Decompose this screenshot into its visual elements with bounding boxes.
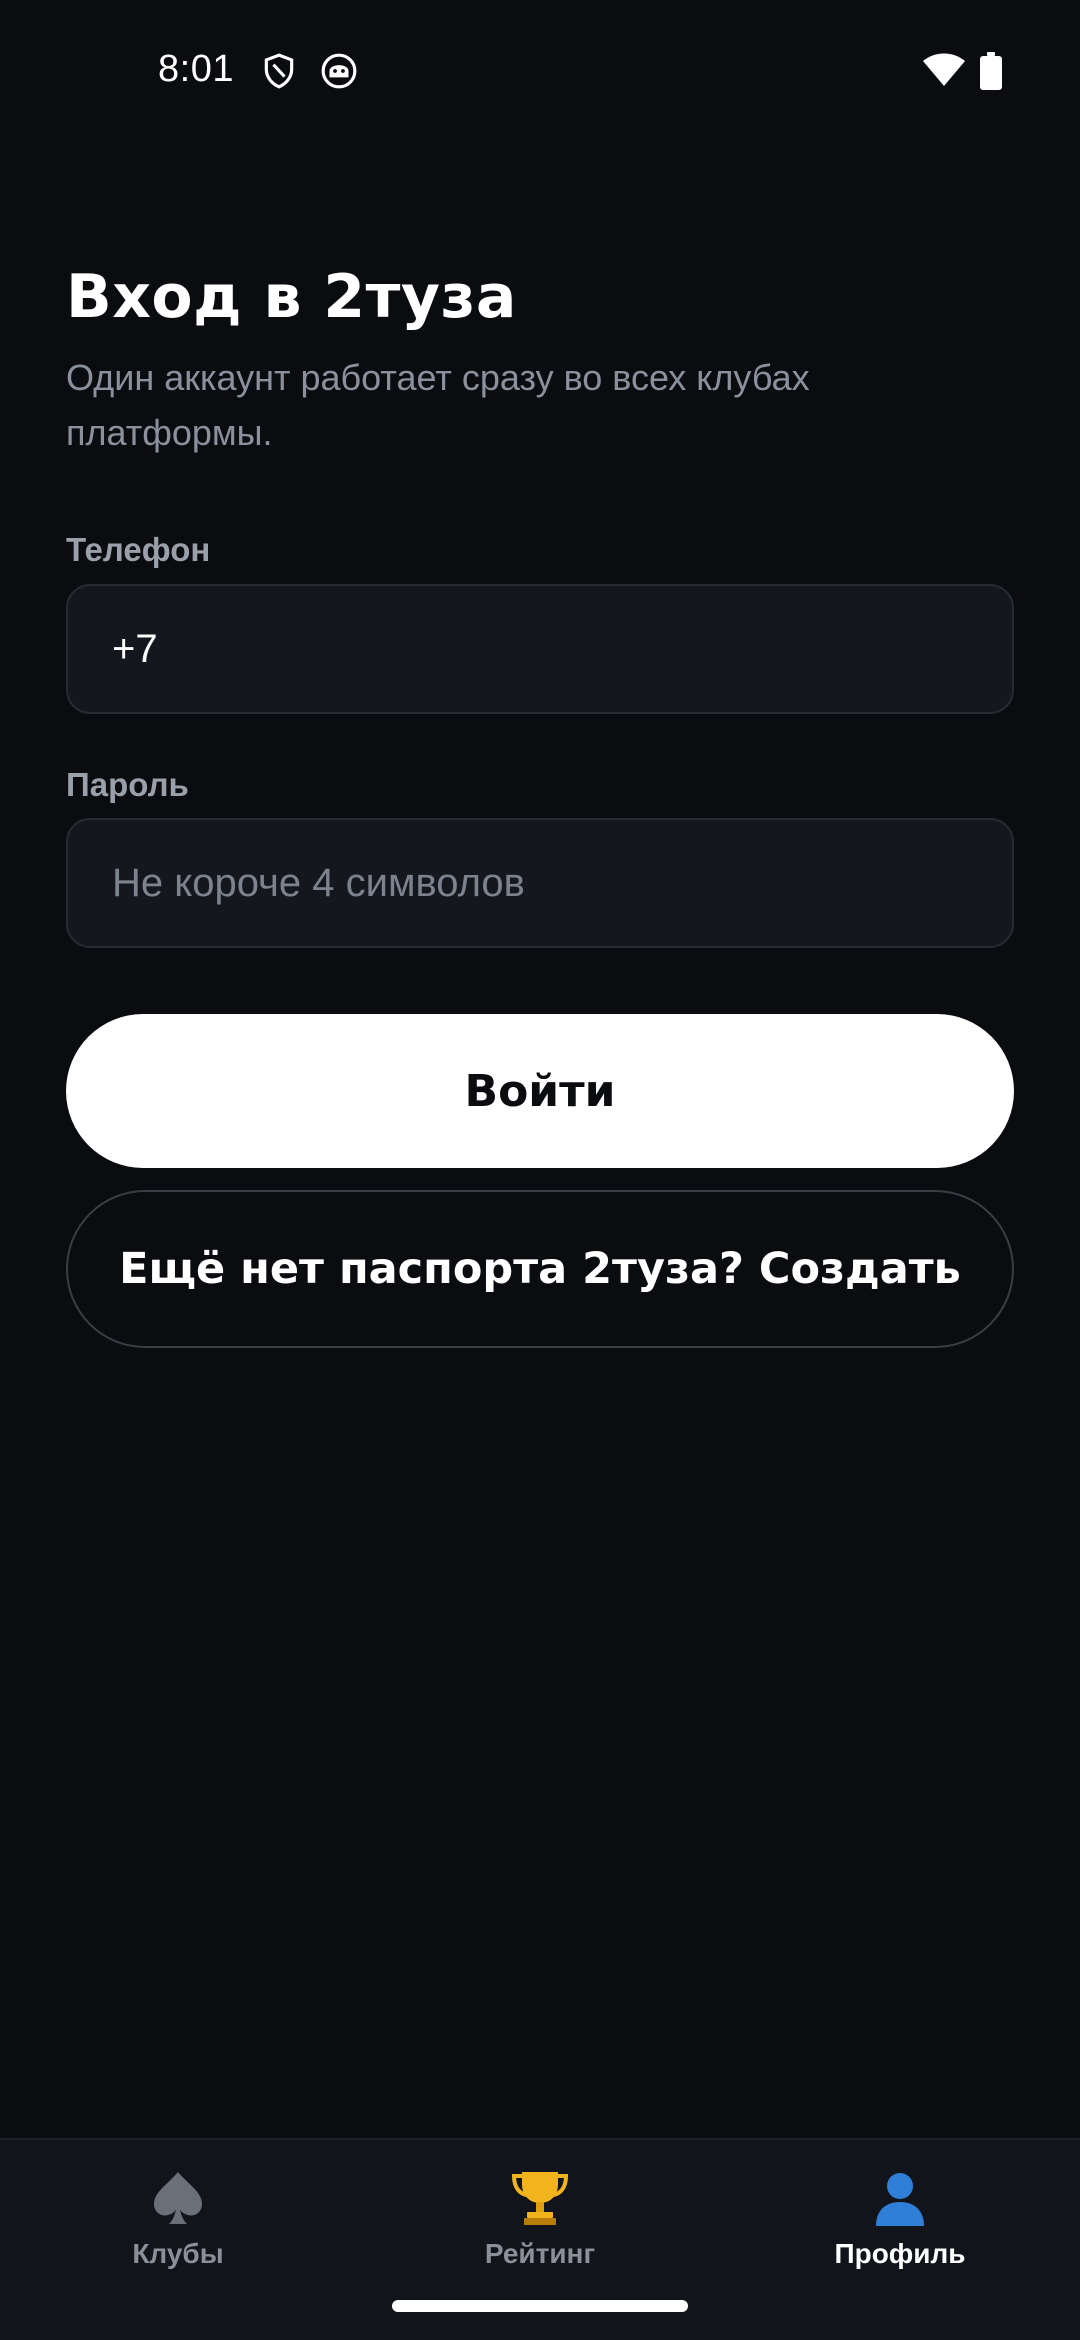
nav-label-rating: Рейтинг [484,2238,596,2269]
shield-icon [264,53,294,89]
nav-item-rating[interactable]: Рейтинг [420,2168,660,2288]
phone-input[interactable] [112,626,1012,672]
phone-field-container [66,584,1014,714]
page-title: Вход в 2туза [66,262,517,332]
notification-icon [321,53,357,89]
spade-icon [154,2172,202,2224]
user-icon [876,2173,924,2226]
status-time: 8:01 [158,48,234,90]
status-bar: 8:01 [0,0,1080,140]
create-account-button[interactable]: Ещё нет паспорта 2туза? Создать [66,1190,1014,1348]
battery-icon [980,52,1002,90]
phone-label: Телефон [66,531,211,568]
login-button[interactable]: Войти [66,1014,1014,1168]
nav-label-clubs: Клубы [132,2238,224,2269]
trophy-icon [511,2172,569,2225]
page-subtitle: Один аккаунт работает сразу во всех клуб… [66,357,810,453]
wifi-icon [923,53,965,86]
nav-item-clubs[interactable]: Клубы [58,2168,298,2288]
login-screen: 8:01 Вход в 2туза Один аккаунт работает … [0,0,1080,2340]
password-input[interactable] [112,860,1012,906]
home-indicator[interactable] [392,2300,688,2312]
password-label: Пароль [66,766,189,803]
nav-item-profile[interactable]: Профиль [780,2168,1020,2288]
password-field-container [66,818,1014,948]
nav-label-profile: Профиль [834,2238,966,2269]
